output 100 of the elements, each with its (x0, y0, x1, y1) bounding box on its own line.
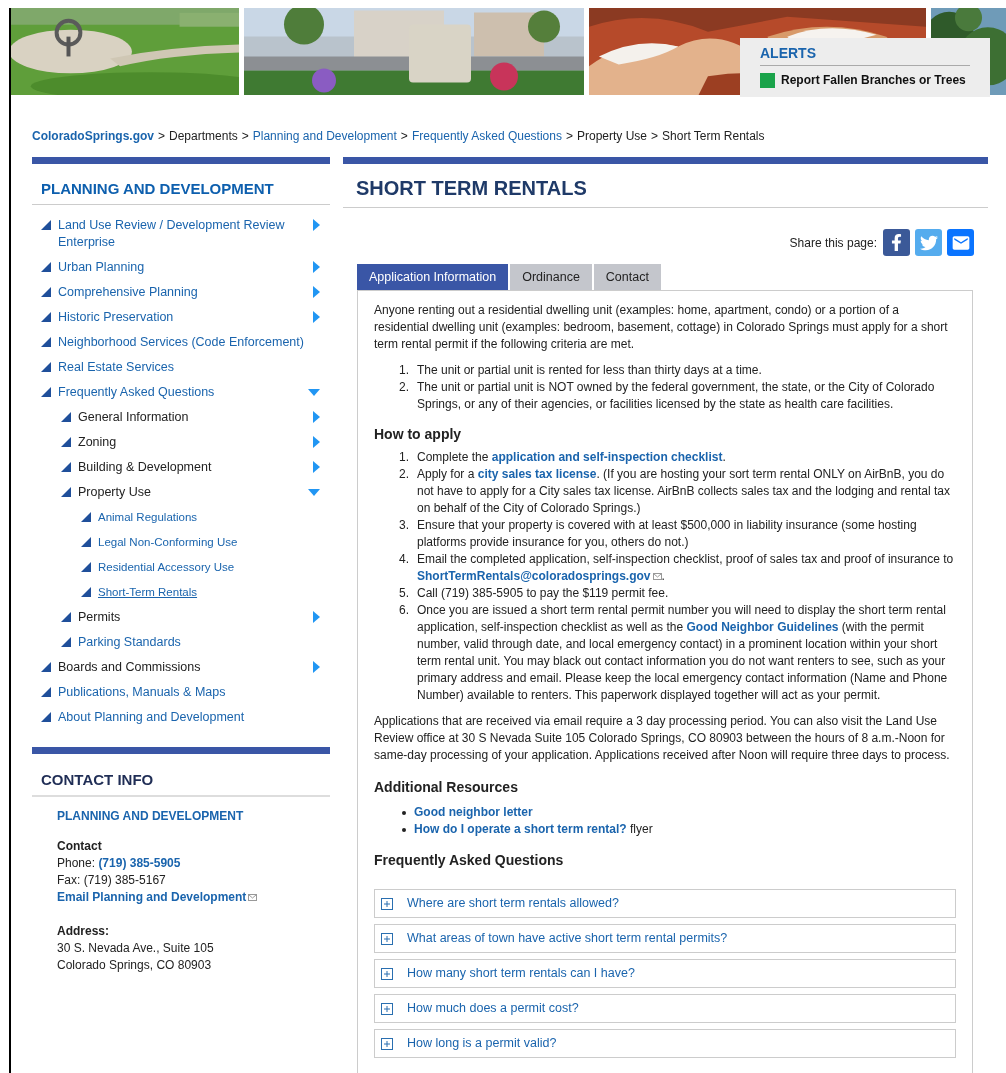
faq-item[interactable]: Where are short term rentals allowed? (374, 889, 956, 918)
resource-item: How do I operate a short term rental? flyer (414, 821, 653, 838)
link[interactable]: How do I operate a short term rental? (414, 822, 627, 836)
triangle-bullet-icon (41, 262, 51, 272)
criteria-item: The unit or partial unit is NOT owned by the federal government, the state, or the City of Colorado Springs, or any of their agencies, or facilities licensed by the state as health care facilities. (417, 379, 936, 413)
list-number: 5. (399, 585, 409, 602)
triangle-bullet-icon (41, 712, 51, 722)
faq-item[interactable]: How much does a permit cost? (374, 994, 956, 1023)
sidebar-item[interactable]: Real Estate Services (58, 359, 320, 376)
triangle-bullet-icon (81, 587, 91, 597)
email-share-button[interactable] (947, 229, 974, 256)
caret-right-icon[interactable] (313, 611, 320, 623)
sidebar-item[interactable]: Comprehensive Planning (58, 284, 306, 301)
triangle-bullet-icon (41, 337, 51, 347)
sidebar-item[interactable]: Boards and Commissions (58, 659, 306, 676)
contact-title: CONTACT INFO (32, 754, 330, 797)
breadcrumb-link[interactable]: Frequently Asked Questions (411, 127, 562, 145)
address-line: 30 S. Nevada Ave., Suite 105 (57, 940, 215, 957)
caret-right-icon[interactable] (313, 436, 320, 448)
faq-question[interactable]: How much does a permit cost? (407, 1000, 579, 1017)
faq-question[interactable]: How long is a permit valid? (407, 1035, 557, 1052)
faq-item[interactable]: What areas of town have active short term rental permits? (374, 924, 956, 953)
step-item: Ensure that your property is covered with at least $500,000 in liability insurance (some hosting platforms provide insurance for you, others do not.) (417, 517, 918, 551)
twitter-share-button[interactable] (915, 229, 942, 256)
processing-paragraph: Applications that are received via email require a 3 day processing period. You can also visit the Land Use Review office at 30 S Nevada Suite 105 Colorado Springs, CO 80903 between the hours of 8 a.m.-Noon for same-day processing of your application. Applications received after Noon will require three days to process. (374, 713, 951, 764)
sidebar-item[interactable]: Historic Preservation (58, 309, 306, 326)
sidebar-item[interactable]: Publications, Manuals & Maps (58, 684, 320, 701)
tab[interactable]: Ordinance (510, 264, 592, 290)
sidebar-item[interactable]: Residential Accessory Use (98, 559, 320, 576)
section-heading: Frequently Asked Questions (374, 852, 565, 869)
faq-question[interactable]: What areas of town have active short term rental permits? (407, 930, 728, 947)
page-title: SHORT TERM RENTALS (343, 164, 988, 208)
tab[interactable]: Application Information (357, 264, 509, 290)
breadcrumb-separator: > (241, 128, 249, 145)
sidebar-item[interactable]: Land Use Review / Development Review Enterprise (58, 217, 306, 251)
triangle-bullet-icon (61, 487, 71, 497)
step-item: Complete the application and self-inspection checklist. (417, 449, 726, 466)
list-number: 3. (399, 517, 409, 534)
triangle-bullet-icon (61, 412, 71, 422)
caret-right-icon[interactable] (313, 286, 320, 298)
faq-item[interactable]: How many short term rentals can I have? (374, 959, 956, 988)
triangle-bullet-icon (81, 512, 91, 522)
triangle-bullet-icon (61, 462, 71, 472)
list-number: 6. (399, 602, 409, 619)
fax-text: Fax: (719) 385-5167 (57, 872, 167, 889)
link[interactable]: Good Neighbor Guidelines (686, 620, 839, 634)
link[interactable]: (719) 385-5905 (98, 856, 181, 870)
triangle-bullet-icon (61, 437, 71, 447)
breadcrumb-text: Short Term Rentals (662, 128, 765, 145)
criteria-item: The unit or partial unit is rented for less than thirty days at a time. (417, 362, 762, 379)
caret-right-icon[interactable] (313, 661, 320, 673)
triangle-bullet-icon (41, 312, 51, 322)
faq-item[interactable]: How long is a permit valid? (374, 1029, 956, 1058)
step-item: Email the completed application, self-inspection checklist, proof of sales tax and proof of insurance to ShortTermRentals@coloradosprings.gov . (417, 551, 955, 585)
sidebar-item[interactable]: Frequently Asked Questions (58, 384, 301, 401)
alert-link[interactable]: Report Fallen Branches or Trees (781, 71, 966, 89)
caret-right-icon[interactable] (313, 411, 320, 423)
step-item: Once you are issued a short term rental permit number you will need to display the short term rental application, self-inspection checklist as well as the Good Neighbor Guidelines (with the permit number, valid through date, and local emergency contact) in a prominent location within your short term rental unit. You may black out contact information you do not want renters to see, such as your primary address and email. Please keep the local emergency contact information (Name and Phone Number) available to renters. This paperwork displayed together will act as your permit. (417, 602, 949, 704)
triangle-bullet-icon (61, 612, 71, 622)
sidebar-item[interactable]: Animal Regulations (98, 509, 320, 526)
breadcrumb-text: Property Use (577, 128, 647, 145)
tab[interactable]: Contact (593, 264, 661, 290)
list-number: 1. (399, 449, 409, 466)
faq-question[interactable]: How many short term rentals can I have? (407, 965, 635, 982)
share-label: Share this page: (789, 234, 877, 252)
link[interactable]: Good neighbor letter (414, 805, 533, 819)
list-number: 1. (399, 362, 409, 379)
sidebar-item[interactable]: Urban Planning (58, 259, 306, 276)
caret-right-icon[interactable] (313, 461, 320, 473)
list-number: 2. (399, 466, 409, 483)
mail-icon (248, 894, 258, 901)
sidebar-item[interactable]: Permits (78, 609, 306, 626)
caret-down-icon[interactable] (308, 489, 320, 496)
facebook-share-button[interactable] (883, 229, 910, 256)
section-heading: Additional Resources (374, 779, 519, 796)
breadcrumb-separator: > (158, 128, 166, 145)
sidebar-item[interactable]: About Planning and Development (58, 709, 320, 726)
sidebar-item[interactable]: General Information (78, 409, 306, 426)
breadcrumb-link[interactable]: ColoradoSprings.gov (32, 127, 154, 145)
caret-right-icon[interactable] (313, 311, 320, 323)
alerts-title: ALERTS (760, 45, 970, 66)
email-link[interactable]: Email Planning and Development (57, 889, 258, 906)
address-line: Colorado Springs, CO 80903 (57, 957, 213, 974)
sidebar-item[interactable]: Parking Standards (78, 634, 320, 651)
sidebar-item[interactable]: Legal Non-Conforming Use (98, 534, 320, 551)
caret-right-icon[interactable] (313, 261, 320, 273)
sidebar-item[interactable]: Building & Development (78, 459, 306, 476)
triangle-bullet-icon (61, 637, 71, 647)
breadcrumb-link[interactable]: Planning and Development (252, 127, 397, 145)
sidebar-item[interactable]: Zoning (78, 434, 306, 451)
sidebar-item[interactable]: Property Use (78, 484, 301, 501)
triangle-bullet-icon (41, 687, 51, 697)
caret-down-icon[interactable] (308, 389, 320, 396)
sidebar-item[interactable]: Neighborhood Services (Code Enforcement) (58, 334, 320, 351)
triangle-bullet-icon (81, 562, 91, 572)
faq-question[interactable]: Where are short term rentals allowed? (407, 895, 619, 912)
sidebar-item[interactable]: Short-Term Rentals (98, 584, 320, 601)
email-link[interactable]: ShortTermRentals@coloradosprings.gov (417, 568, 662, 585)
caret-right-icon[interactable] (313, 219, 320, 231)
bird-logo-icon (919, 233, 938, 252)
